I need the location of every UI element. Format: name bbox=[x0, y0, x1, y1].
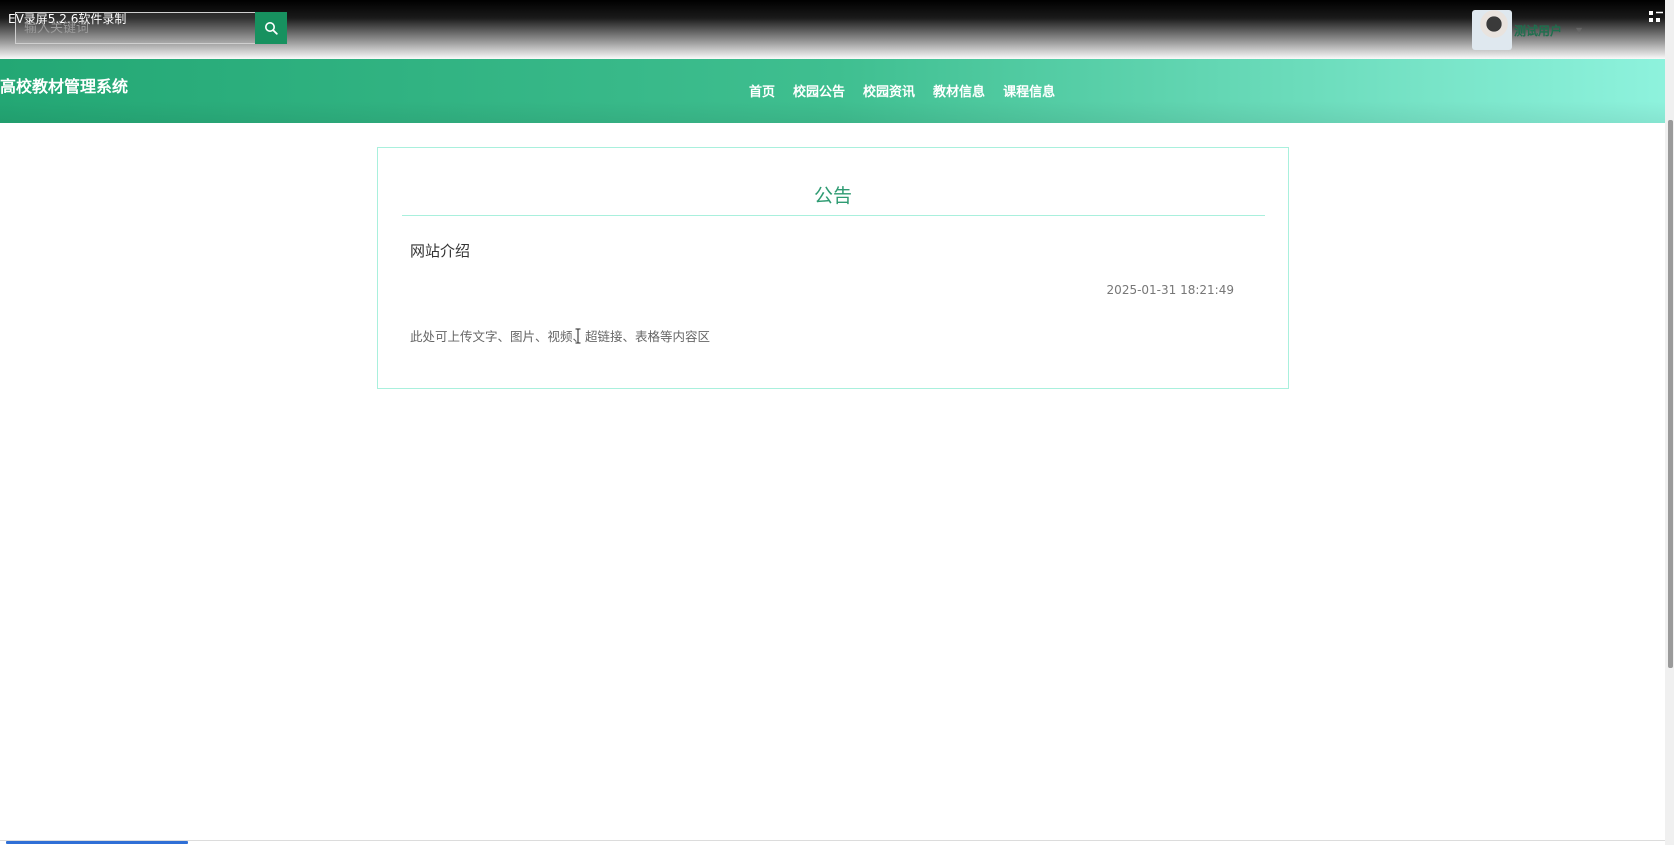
text-cursor-icon bbox=[575, 328, 581, 344]
user-menu[interactable]: 测试用户 ▼ bbox=[1472, 10, 1582, 50]
progress-bar bbox=[6, 841, 188, 844]
search-icon bbox=[265, 22, 278, 35]
article-date: 2025-01-31 18:21:49 bbox=[1106, 283, 1234, 297]
username: 测试用户 bbox=[1514, 23, 1563, 38]
search-button[interactable] bbox=[255, 12, 287, 44]
article-body: 此处可上传文字、图片、视频、超链接、表格等内容区 bbox=[410, 329, 711, 344]
notice-card: 公告 网站介绍 2025-01-31 18:21:49 此处可上传文字、图片、视… bbox=[377, 147, 1289, 389]
screen: EV录屏5.2.6软件录制 测试用户 ▼ 高校教材管理系统 首页 校园公告 校园… bbox=[0, 0, 1674, 845]
card-heading: 公告 bbox=[813, 185, 852, 207]
fullscreen-icon[interactable] bbox=[1648, 10, 1664, 26]
card-divider bbox=[402, 215, 1265, 216]
nav-campus-notice[interactable]: 校园公告 bbox=[793, 81, 845, 100]
top-bar: EV录屏5.2.6软件录制 测试用户 ▼ bbox=[0, 0, 1674, 60]
caret-down-icon: ▼ bbox=[1576, 25, 1583, 35]
avatar bbox=[1472, 10, 1512, 50]
nav-home[interactable]: 首页 bbox=[749, 81, 775, 100]
site-header: 高校教材管理系统 首页 校园公告 校园资讯 教材信息 课程信息 bbox=[0, 59, 1674, 123]
main-nav: 首页 校园公告 校园资讯 教材信息 课程信息 bbox=[749, 81, 1055, 100]
bottom-divider bbox=[0, 840, 1665, 841]
scrollbar-thumb[interactable] bbox=[1668, 120, 1673, 668]
nav-textbook-info[interactable]: 教材信息 bbox=[933, 81, 985, 100]
nav-course-info[interactable]: 课程信息 bbox=[1003, 81, 1055, 100]
site-title: 高校教材管理系统 bbox=[0, 77, 129, 96]
article-title: 网站介绍 bbox=[410, 242, 471, 260]
search-input[interactable] bbox=[15, 12, 256, 44]
nav-campus-news[interactable]: 校园资讯 bbox=[863, 81, 915, 100]
